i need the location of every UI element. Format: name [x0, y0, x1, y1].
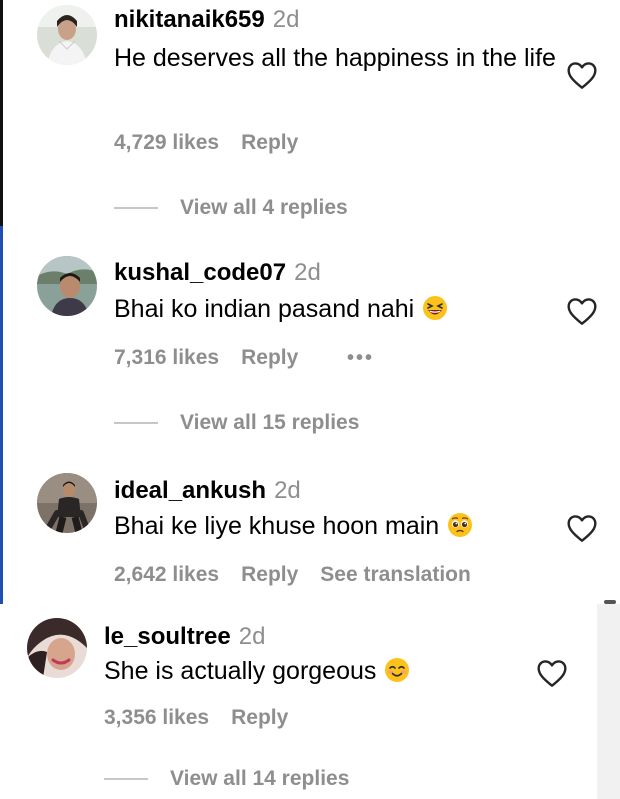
see-translation-button[interactable]: See translation — [320, 563, 471, 586]
view-replies-label[interactable]: View all 14 replies — [170, 767, 349, 790]
more-options-icon[interactable]: ••• — [347, 347, 374, 370]
comment-text: Bhai ko indian pasand nahi — [114, 291, 564, 327]
heart-icon[interactable] — [566, 60, 598, 90]
comment-text: He deserves all the happiness in the lif… — [114, 44, 556, 72]
reply-button[interactable]: Reply — [231, 706, 288, 729]
username[interactable]: kushal_code07 — [114, 259, 286, 286]
timestamp: 2d — [274, 477, 301, 504]
replies-divider — [114, 422, 158, 425]
timestamp: 2d — [238, 623, 266, 650]
avatar[interactable] — [37, 256, 97, 316]
replies-divider — [114, 207, 158, 210]
comment-header: le_soultree 2d — [104, 623, 265, 651]
likes-count[interactable]: 2,642 likes — [114, 563, 219, 586]
view-replies-label[interactable]: View all 15 replies — [180, 411, 359, 434]
username[interactable]: nikitanaik659 — [114, 6, 265, 33]
timestamp: 2d — [294, 259, 321, 286]
comment-text: She is actually gorgeous — [104, 653, 554, 689]
username[interactable]: ideal_ankush — [114, 477, 266, 504]
comment-meta: 2,642 likes Reply See translation — [114, 563, 493, 587]
avatar[interactable] — [37, 5, 97, 65]
pleading-face-icon — [448, 513, 473, 537]
grinning-squinting-face-icon — [423, 296, 448, 320]
reply-button[interactable]: Reply — [241, 346, 298, 369]
avatar[interactable] — [37, 473, 97, 533]
scroll-indicator — [604, 600, 616, 604]
heart-icon[interactable] — [536, 658, 568, 688]
comment-text: Bhai ke liye khuse hoon main — [114, 508, 564, 544]
username[interactable]: le_soultree — [104, 623, 231, 650]
view-replies[interactable]: View all 4 replies — [114, 196, 348, 220]
right-scroll-gutter — [597, 604, 620, 799]
comment-header: kushal_code07 2d — [114, 259, 321, 287]
likes-count[interactable]: 7,316 likes — [114, 346, 219, 369]
view-replies[interactable]: View all 14 replies — [104, 767, 349, 791]
reply-button[interactable]: Reply — [241, 131, 298, 154]
heart-icon[interactable] — [566, 296, 598, 326]
smiling-face-icon — [385, 658, 410, 682]
replies-divider — [104, 778, 148, 781]
comment-meta: 7,316 likes Reply — [114, 346, 320, 370]
heart-icon[interactable] — [566, 513, 598, 543]
timestamp: 2d — [272, 6, 300, 33]
likes-count[interactable]: 3,356 likes — [104, 706, 209, 729]
comment-meta: 4,729 likes Reply — [114, 131, 320, 155]
comment-header: ideal_ankush 2d — [114, 477, 301, 505]
left-edge-bar-blue — [0, 226, 3, 604]
view-replies[interactable]: View all 15 replies — [114, 411, 359, 435]
reply-button[interactable]: Reply — [241, 563, 298, 586]
likes-count[interactable]: 4,729 likes — [114, 131, 219, 154]
left-edge-bar — [0, 0, 3, 226]
avatar[interactable] — [27, 618, 87, 678]
comment-header: nikitanaik659 2d — [114, 6, 299, 34]
view-replies-label[interactable]: View all 4 replies — [180, 196, 348, 219]
comment-meta: 3,356 likes Reply — [104, 706, 310, 730]
